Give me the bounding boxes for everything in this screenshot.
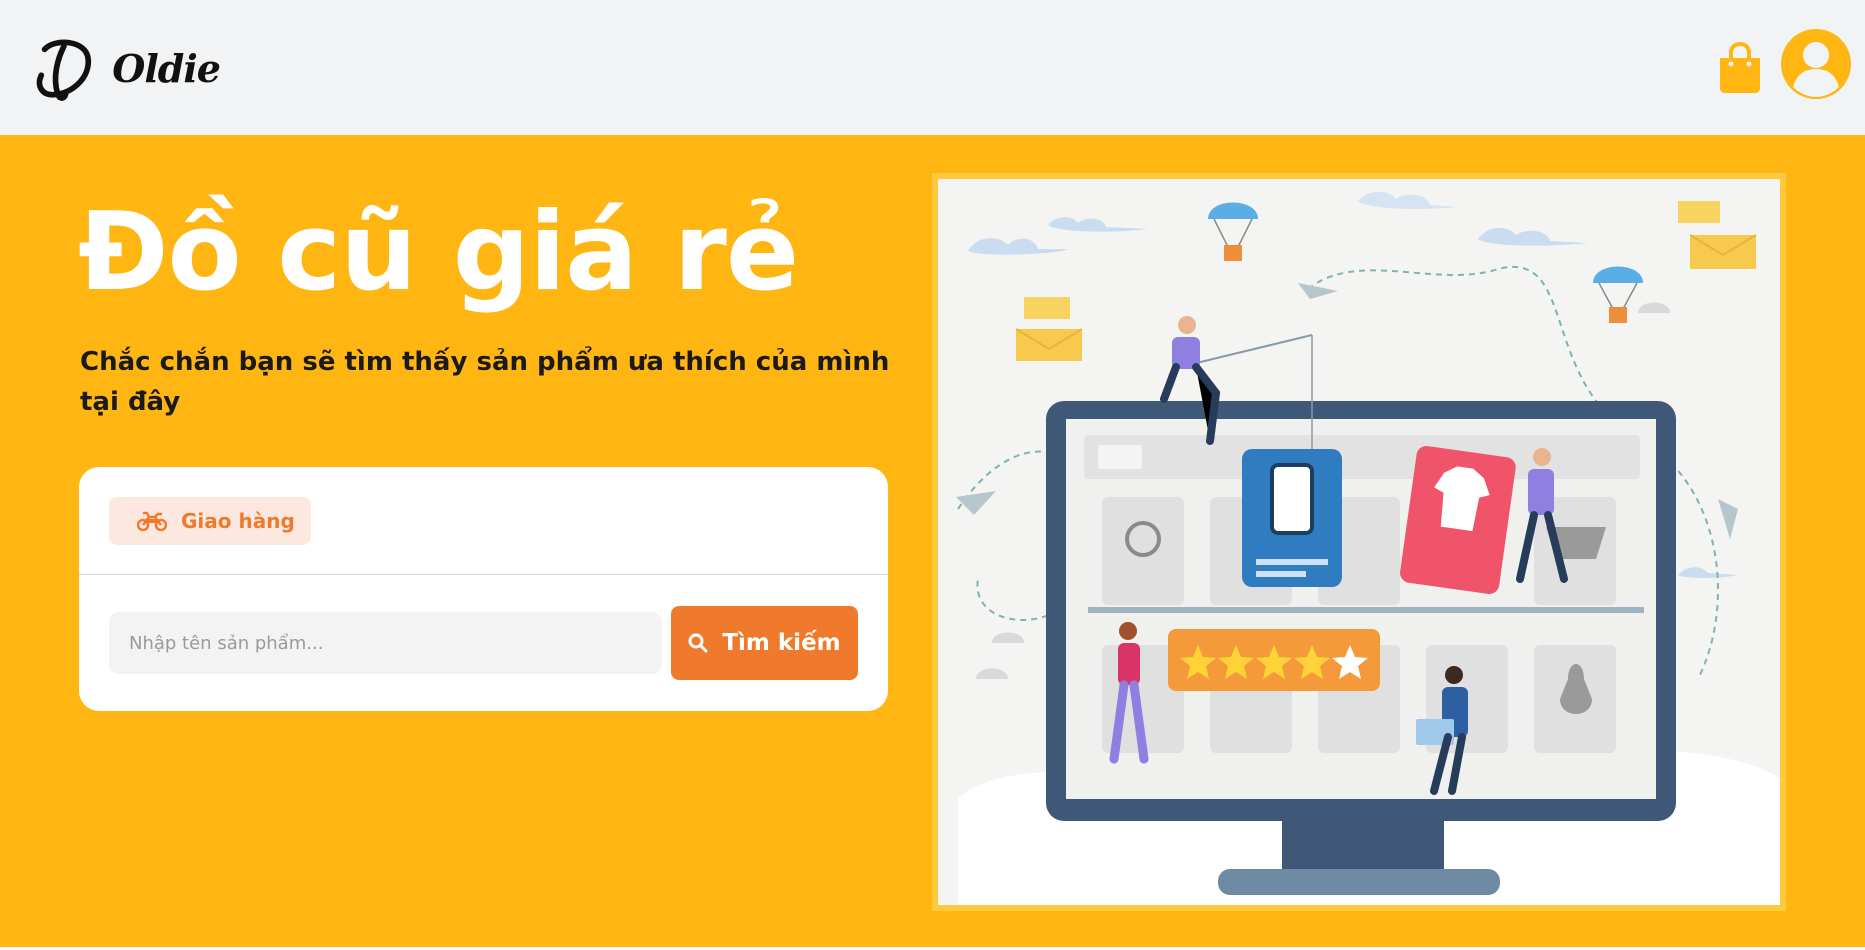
tab-delivery-label: Giao hàng xyxy=(181,509,295,533)
user-avatar-icon[interactable] xyxy=(1781,29,1851,99)
top-navbar: Oldie xyxy=(0,0,1865,135)
search-tabs: Giao hàng xyxy=(79,467,888,575)
oldie-logo-icon xyxy=(36,39,92,101)
search-card: Giao hàng Tìm kiếm xyxy=(79,467,888,711)
search-button[interactable]: Tìm kiếm xyxy=(671,606,858,680)
hero-illustration xyxy=(932,173,1786,911)
search-icon xyxy=(688,633,708,653)
online-shopping-illustration xyxy=(938,179,1780,905)
tab-delivery[interactable]: Giao hàng xyxy=(109,497,311,545)
brand-name: Oldie xyxy=(112,45,221,91)
hero-subtitle: Chắc chắn bạn sẽ tìm thấy sản phẩm ưa th… xyxy=(80,347,890,417)
motorbike-icon xyxy=(137,511,167,531)
shopping-bag-icon[interactable] xyxy=(1717,42,1763,94)
hero-title: Đồ cũ giá rẻ xyxy=(78,190,799,315)
search-bar: Tìm kiếm xyxy=(79,575,888,711)
search-input[interactable] xyxy=(109,612,662,674)
search-button-label: Tìm kiếm xyxy=(722,630,841,656)
brand-logo[interactable]: Oldie xyxy=(30,26,221,110)
